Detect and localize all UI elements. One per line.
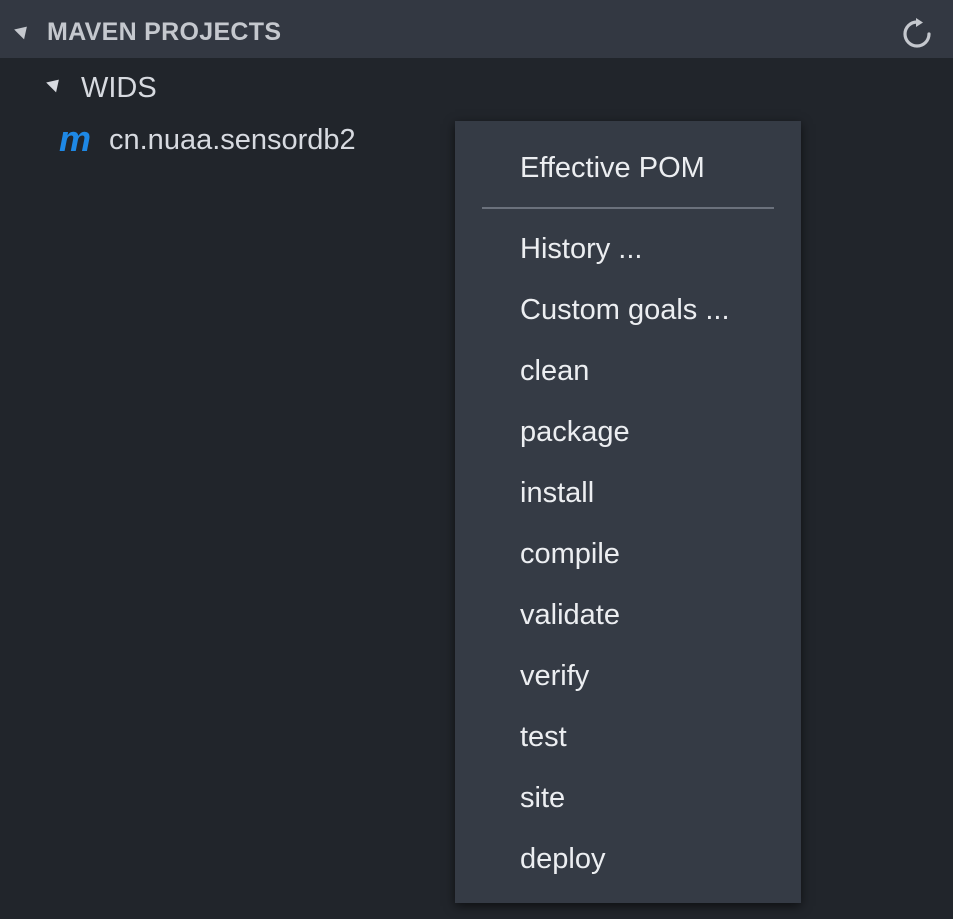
refresh-icon[interactable] <box>900 17 934 51</box>
menu-item-clean[interactable]: clean <box>520 353 589 389</box>
panel-title: MAVEN PROJECTS <box>47 18 282 46</box>
menu-item-history[interactable]: History ... <box>520 231 642 267</box>
menu-item-verify[interactable]: verify <box>520 658 589 694</box>
menu-item-effective-pom[interactable]: Effective POM <box>520 150 705 186</box>
tree-root-wids[interactable]: WIDS <box>81 70 157 106</box>
project-label: cn.nuaa.sensordb2 <box>109 124 356 156</box>
menu-item-deploy[interactable]: deploy <box>520 841 605 877</box>
menu-item-install[interactable]: install <box>520 475 594 511</box>
menu-item-package[interactable]: package <box>520 414 630 450</box>
maven-projects-panel: MAVEN PROJECTS WIDS m cn.nuaa.sensordb2 … <box>0 0 953 919</box>
menu-item-compile[interactable]: compile <box>520 536 620 572</box>
maven-icon: m <box>59 123 91 157</box>
collapse-chevron-icon[interactable] <box>14 21 32 40</box>
panel-header[interactable]: MAVEN PROJECTS <box>0 0 953 58</box>
menu-item-test[interactable]: test <box>520 719 567 755</box>
tree-item-project[interactable]: m cn.nuaa.sensordb2 <box>58 120 356 160</box>
menu-separator <box>482 207 774 209</box>
svg-text:m: m <box>59 123 91 157</box>
context-menu: Effective POM History ... Custom goals .… <box>455 121 801 903</box>
tree-expand-chevron-icon[interactable] <box>46 74 64 93</box>
menu-item-custom-goals[interactable]: Custom goals ... <box>520 292 730 328</box>
menu-item-site[interactable]: site <box>520 780 565 816</box>
menu-item-validate[interactable]: validate <box>520 597 620 633</box>
